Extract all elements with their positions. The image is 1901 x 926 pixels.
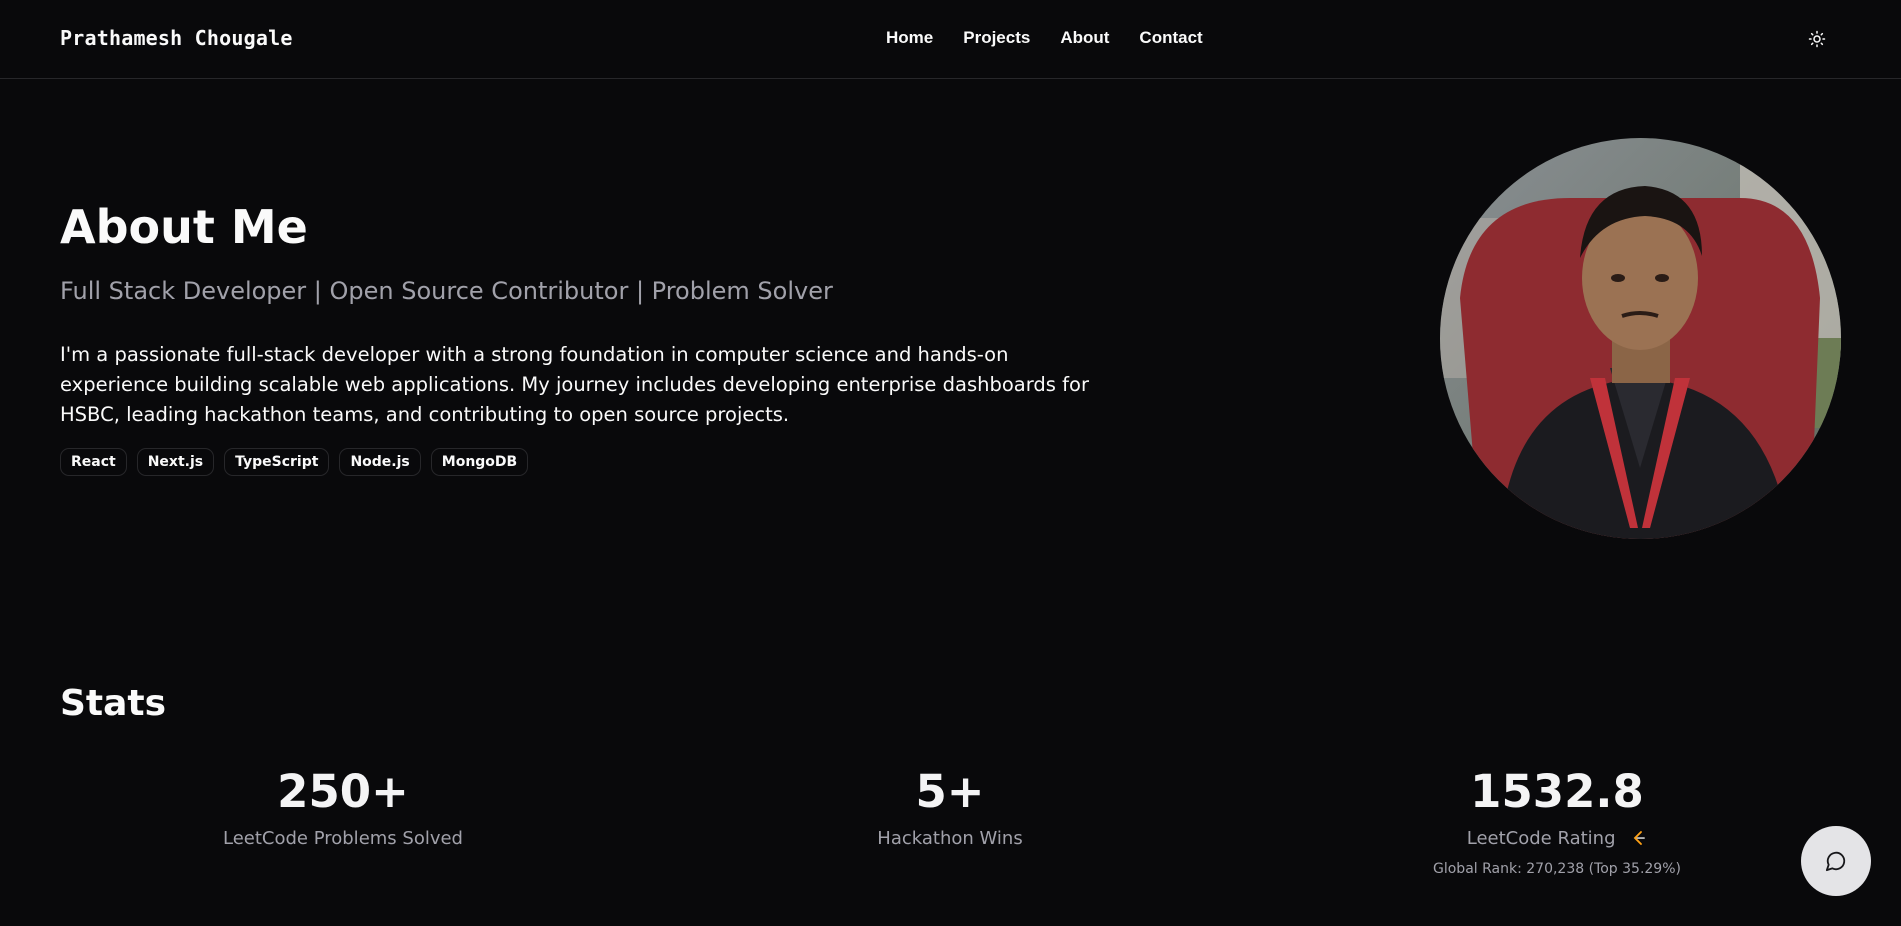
stat-label-text: LeetCode Rating xyxy=(1466,828,1616,849)
skill-tag: Node.js xyxy=(339,448,421,476)
skill-tag: Next.js xyxy=(136,448,215,476)
theme-toggle-button[interactable] xyxy=(1800,25,1834,53)
stat-value: 250+ xyxy=(277,765,409,818)
stat-leetcode-problems: 250+ LeetCode Problems Solved xyxy=(193,765,493,850)
about-bio: I'm a passionate full-stack developer wi… xyxy=(60,343,1089,426)
chat-bubble-icon xyxy=(1825,851,1846,872)
stat-global-rank: Global Rank: 270,238 (Top 35.29%) xyxy=(1433,861,1681,877)
about-title: About Me xyxy=(60,200,308,254)
nav-about-link[interactable]: About xyxy=(1060,28,1109,48)
nav-contact-link[interactable]: Contact xyxy=(1139,28,1202,48)
nav-projects-link[interactable]: Projects xyxy=(963,28,1030,48)
brand-logo[interactable]: Prathamesh Chougale xyxy=(60,26,293,50)
skill-tags: React Next.js TypeScript Node.js MongoDB xyxy=(60,448,529,476)
skill-tag: TypeScript xyxy=(224,448,330,476)
skill-tag: MongoDB xyxy=(430,448,529,476)
stat-label: LeetCode Problems Solved xyxy=(222,828,463,849)
stat-leetcode-rating: 1532.8 LeetCode Rating Global Rank: 270,… xyxy=(1407,765,1707,878)
navbar: Prathamesh Chougale Home Projects About … xyxy=(0,0,1901,79)
stat-value: 1532.8 xyxy=(1470,765,1644,818)
chat-button[interactable] xyxy=(1801,826,1871,896)
sun-icon xyxy=(1808,30,1826,48)
stat-label: LeetCode Rating xyxy=(1407,828,1707,849)
profile-photo xyxy=(1440,138,1841,539)
stats-title: Stats xyxy=(60,683,167,724)
stat-value: 5+ xyxy=(915,765,985,818)
stat-label: Hackathon Wins xyxy=(877,828,1023,849)
skill-tag: React xyxy=(60,448,127,476)
nav-home-link[interactable]: Home xyxy=(886,28,933,48)
leetcode-icon xyxy=(1633,831,1646,845)
main-nav: Home Projects About Contact xyxy=(886,28,1203,48)
about-subtitle: Full Stack Developer | Open Source Contr… xyxy=(60,277,833,305)
stat-hackathon-wins: 5+ Hackathon Wins xyxy=(800,765,1100,850)
